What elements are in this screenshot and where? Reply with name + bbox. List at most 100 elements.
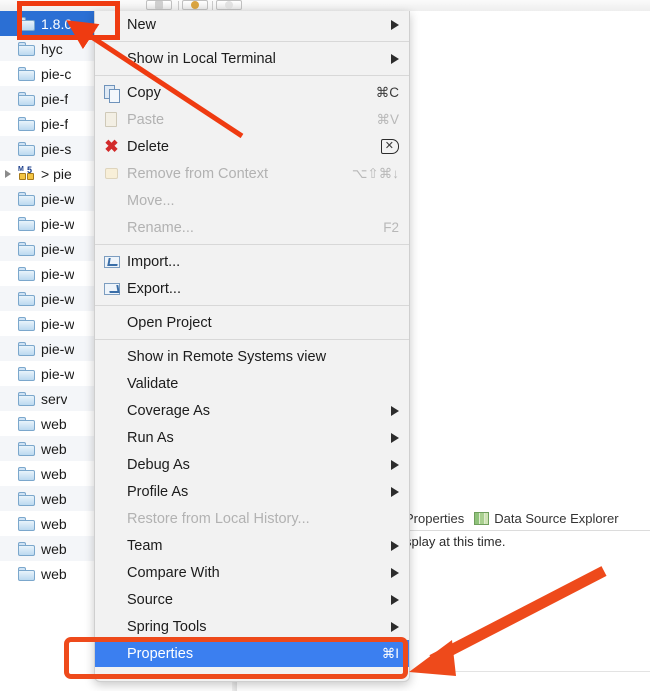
menu-item-import[interactable]: Import...: [95, 248, 409, 275]
folder-icon: [18, 266, 35, 281]
tree-item-label: hyc: [41, 40, 63, 57]
submenu-arrow-icon: [391, 621, 399, 632]
submenu-arrow-icon: [391, 567, 399, 578]
menu-separator: [95, 41, 409, 42]
tree-item-label: pie-w: [41, 365, 75, 382]
tree-item-label: web: [41, 565, 67, 582]
tree-item-label: 1.8.0: [41, 15, 73, 32]
menu-item-label: Delete: [127, 138, 169, 155]
menu-item-profile-as[interactable]: Profile As: [95, 478, 409, 505]
menu-item-icon-placeholder: [103, 429, 122, 446]
tree-item-label: pie-w: [41, 340, 75, 357]
tree-item-label: pie-w: [41, 240, 75, 257]
maven-project-icon: M5: [18, 165, 35, 181]
tree-item-label: pie-f: [41, 90, 69, 107]
tree-item-label: pie-s: [41, 140, 72, 157]
menu-item-icon-placeholder: [103, 618, 122, 635]
menu-item-move: Move...: [95, 187, 409, 214]
submenu-arrow-icon: [391, 19, 399, 30]
ide-window: 1.8.0 hyc pie-c pie-f pie-f pie-s M 5 > pie pie-w…: [0, 0, 650, 691]
folder-icon: [18, 216, 35, 231]
menu-item-paste: Paste ⌘V: [95, 106, 409, 133]
menu-item-show-in-remote-systems-view[interactable]: Show in Remote Systems view: [95, 343, 409, 370]
folder-icon: [18, 291, 35, 306]
menu-item-shortcut: ⌘C: [375, 84, 399, 100]
menu-item-label: Debug As: [127, 456, 190, 473]
menu-item-properties[interactable]: Properties ⌘I: [95, 640, 409, 667]
menu-separator: [95, 75, 409, 76]
folder-icon: [18, 466, 35, 481]
submenu-arrow-icon: [391, 53, 399, 64]
menu-item-label: Rename...: [127, 219, 194, 236]
menu-separator: [95, 305, 409, 306]
menu-item-label: Run As: [127, 429, 174, 446]
folder-icon: [18, 191, 35, 206]
menu-separator: [95, 339, 409, 340]
menu-item-label: Paste: [127, 111, 165, 128]
menu-item-icon-placeholder: [103, 402, 122, 419]
submenu-arrow-icon: [391, 432, 399, 443]
menu-item-compare-with[interactable]: Compare With: [95, 559, 409, 586]
menu-item-icon-placeholder: [103, 375, 122, 392]
menu-item-open-project[interactable]: Open Project: [95, 309, 409, 336]
submenu-arrow-icon: [391, 486, 399, 497]
menu-separator: [95, 244, 409, 245]
tree-item-label: pie-w: [41, 190, 75, 207]
menu-item-coverage-as[interactable]: Coverage As: [95, 397, 409, 424]
tree-item-label: pie-w: [41, 215, 75, 232]
tree-item-label: pie-w: [41, 290, 75, 307]
folder-icon: [18, 516, 35, 531]
tree-item-label: pie-w: [41, 265, 75, 282]
menu-item-show-in-local-terminal[interactable]: Show in Local Terminal: [95, 45, 409, 72]
menu-item-shortcut: ✕: [380, 138, 399, 155]
tab-data-source-explorer[interactable]: Data Source Explorer: [474, 511, 619, 526]
tree-item-label: pie-f: [41, 115, 69, 132]
context-menu[interactable]: New Show in Local Terminal Copy ⌘C Paste ⌘V ✖ D…: [94, 11, 410, 682]
export-icon: [103, 280, 122, 297]
folder-icon: [18, 541, 35, 556]
menu-item-icon-placeholder: [103, 510, 122, 527]
menu-item-label: Compare With: [127, 564, 220, 581]
toolbar-icon-2: [191, 1, 199, 9]
menu-item-copy[interactable]: Copy ⌘C: [95, 79, 409, 106]
menu-item-source[interactable]: Source: [95, 586, 409, 613]
folder-icon: [18, 116, 35, 131]
menu-item-label: Source: [127, 591, 173, 608]
menu-item-label: Spring Tools: [127, 618, 207, 635]
folder-icon: [18, 391, 35, 406]
menu-item-icon-placeholder: [103, 537, 122, 554]
menu-item-run-as[interactable]: Run As: [95, 424, 409, 451]
folder-icon: [18, 441, 35, 456]
menu-item-restore-from-local-history: Restore from Local History...: [95, 505, 409, 532]
folder-icon: [18, 41, 35, 56]
submenu-arrow-icon: [391, 405, 399, 416]
tree-item-label: pie-c: [41, 65, 72, 82]
menu-item-label: Remove from Context: [127, 165, 269, 182]
menu-item-icon-placeholder: [103, 483, 122, 500]
menu-item-spring-tools[interactable]: Spring Tools: [95, 613, 409, 640]
tree-item-label: pie-w: [41, 315, 75, 332]
remove-from-context-icon: [103, 165, 122, 182]
menu-item-delete[interactable]: ✖ Delete ✕: [95, 133, 409, 160]
menu-item-new[interactable]: New: [95, 11, 409, 38]
toolbar-icon-1: [155, 1, 163, 9]
menu-item-icon-placeholder: [103, 591, 122, 608]
menu-item-label: Show in Local Terminal: [127, 50, 276, 67]
menu-item-debug-as[interactable]: Debug As: [95, 451, 409, 478]
expand-triangle-icon[interactable]: [5, 170, 11, 178]
tab-properties[interactable]: Properties: [405, 511, 464, 526]
tree-item-label: web: [41, 515, 67, 532]
menu-item-label: Show in Remote Systems view: [127, 348, 327, 365]
menu-item-icon-placeholder: [103, 314, 122, 331]
submenu-arrow-icon: [391, 594, 399, 605]
folder-icon: [18, 241, 35, 256]
menu-item-export[interactable]: Export...: [95, 275, 409, 302]
view-tab-bar[interactable]: Properties Data Source Explorer: [405, 506, 629, 530]
menu-item-team[interactable]: Team: [95, 532, 409, 559]
menu-item-icon-placeholder: [103, 50, 122, 67]
menu-item-label: Import...: [127, 253, 181, 270]
menu-item-validate[interactable]: Validate: [95, 370, 409, 397]
menu-item-icon-placeholder: [103, 219, 122, 236]
menu-item-label: Profile As: [127, 483, 189, 500]
submenu-arrow-icon: [391, 459, 399, 470]
